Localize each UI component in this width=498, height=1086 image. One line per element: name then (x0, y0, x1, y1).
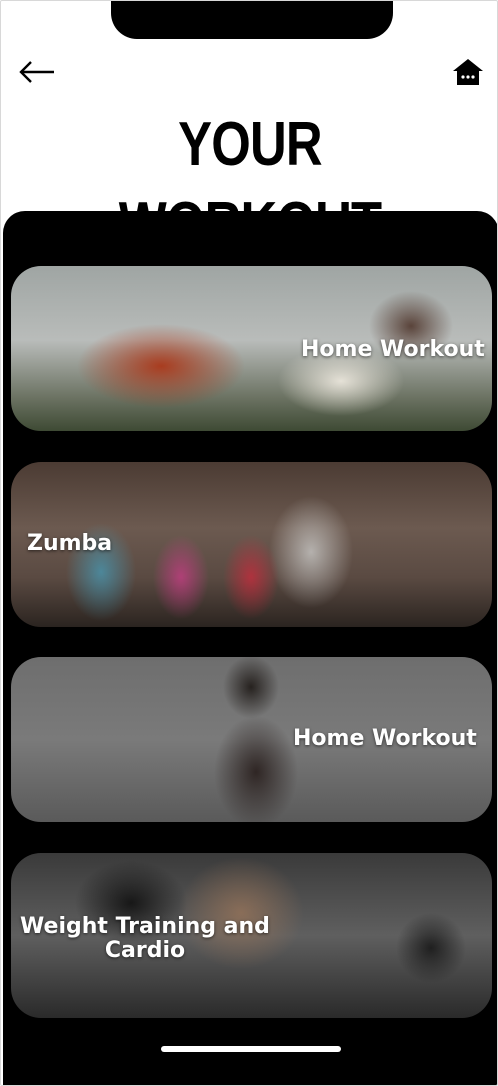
arrow-left-icon (19, 61, 54, 83)
workout-card-home-workout[interactable]: Home Workout (11, 266, 492, 431)
workout-card-home-workout-2[interactable]: Home Workout (11, 657, 492, 822)
device-notch (111, 1, 393, 39)
workout-card-label: Weight Training and Cardio (20, 914, 270, 963)
phone-frame: YOUR WORKOUT Home Workout Zumba Home Wor… (0, 0, 498, 1086)
home-button[interactable] (449, 55, 487, 89)
workout-card-label: Zumba (27, 531, 113, 556)
home-icon (453, 59, 483, 85)
workout-card-zumba[interactable]: Zumba (11, 462, 492, 627)
workout-card-label: Home Workout (301, 337, 485, 362)
workout-card-weight-training-cardio[interactable]: Weight Training and Cardio (11, 853, 492, 1018)
workout-card-label: Home Workout (293, 726, 477, 751)
back-button[interactable] (17, 57, 57, 87)
home-indicator[interactable] (161, 1046, 341, 1052)
